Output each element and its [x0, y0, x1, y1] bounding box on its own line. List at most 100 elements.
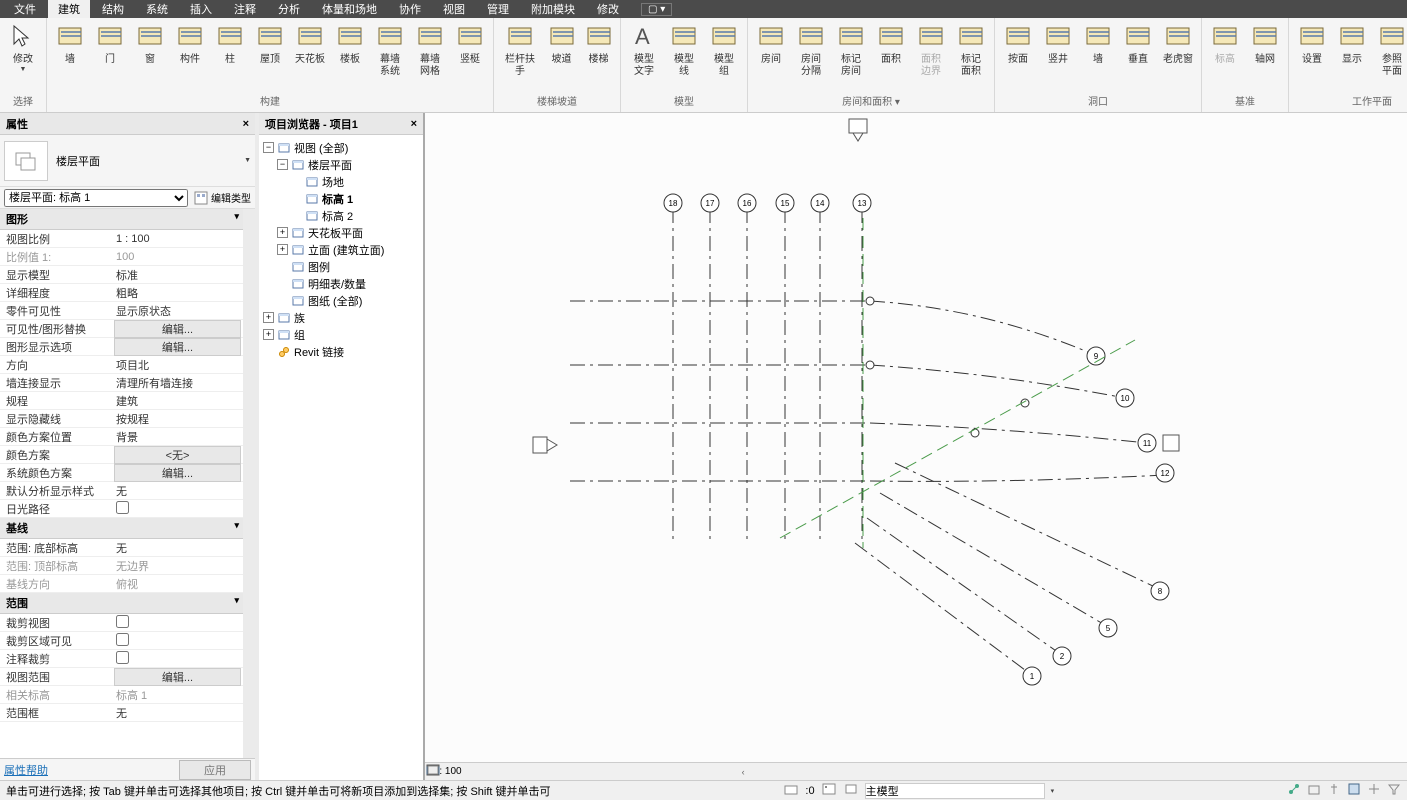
select-pinned-icon[interactable]: [1327, 782, 1341, 799]
ribbon-btn-stair[interactable]: 楼梯: [581, 20, 616, 96]
prop-row[interactable]: 裁剪视图: [0, 614, 243, 632]
ribbon-btn-area[interactable]: 面积: [872, 20, 910, 96]
design-options-icon[interactable]: [821, 782, 837, 799]
ribbon-btn-column[interactable]: 柱: [211, 20, 249, 96]
plan-view[interactable]: 18171615141391011128521: [425, 113, 1405, 758]
ribbon-btn-floor[interactable]: 楼板: [331, 20, 369, 96]
ribbon-btn-line[interactable]: 模型 线: [665, 20, 703, 96]
close-icon[interactable]: ×: [411, 118, 417, 130]
crop-region-icon[interactable]: [606, 765, 622, 779]
prop-row[interactable]: 相关标高标高 1: [0, 686, 243, 704]
prop-row[interactable]: 颜色方案位置背景: [0, 428, 243, 446]
lock-icon[interactable]: [628, 765, 644, 779]
expand-icon[interactable]: +: [277, 244, 288, 255]
expand-icon[interactable]: +: [263, 329, 274, 340]
prop-value-button[interactable]: <无>: [114, 446, 241, 464]
prop-value[interactable]: 100: [112, 251, 243, 263]
menu-view[interactable]: 视图: [433, 0, 475, 18]
prop-row[interactable]: 日光路径: [0, 500, 243, 518]
grid-line[interactable]: [867, 518, 1059, 653]
rendering-icon[interactable]: [562, 765, 578, 779]
prop-row[interactable]: 默认分析显示样式无: [0, 482, 243, 500]
prop-row[interactable]: 方向项目北: [0, 356, 243, 374]
prop-row[interactable]: 基线方向俯视: [0, 575, 243, 593]
grid-bubble[interactable]: 11: [1138, 434, 1156, 452]
prop-value[interactable]: 无: [112, 705, 243, 721]
ribbon-btn-ramp[interactable]: 坡道: [544, 20, 579, 96]
prop-value[interactable]: 显示原状态: [112, 303, 243, 319]
menu-massing[interactable]: 体量和场地: [312, 0, 387, 18]
tree-node[interactable]: −楼层平面: [263, 156, 419, 173]
elevation-marker[interactable]: [849, 119, 867, 141]
prop-value[interactable]: 无边界: [112, 558, 243, 574]
section-head[interactable]: [533, 437, 557, 453]
ribbon-btn-component[interactable]: 构件: [171, 20, 209, 96]
prop-value[interactable]: 按规程: [112, 411, 243, 427]
prop-value-checkbox[interactable]: [112, 651, 243, 667]
prop-category[interactable]: 基线: [0, 518, 243, 539]
tree-node[interactable]: 标高 2: [263, 207, 419, 224]
grid-line[interactable]: [870, 301, 1095, 355]
prop-value[interactable]: 俯视: [112, 576, 243, 592]
scroll-left-icon[interactable]: ‹: [742, 767, 745, 777]
grid-anchor[interactable]: [866, 361, 874, 369]
menu-structure[interactable]: 结构: [92, 0, 134, 18]
ribbon-btn-railing[interactable]: 栏杆扶手: [498, 20, 542, 96]
prop-row[interactable]: 颜色方案<无>: [0, 446, 243, 464]
filter-icon[interactable]: [1387, 782, 1401, 799]
prop-value[interactable]: 标高 1: [112, 687, 243, 703]
shadows-icon[interactable]: [540, 765, 556, 779]
prop-value[interactable]: 项目北: [112, 357, 243, 373]
grid-bubble[interactable]: 12: [1156, 464, 1174, 482]
tree-node[interactable]: +族: [263, 309, 419, 326]
prop-row[interactable]: 视图比例1 : 100: [0, 230, 243, 248]
type-selector[interactable]: 楼层平面 ▼: [0, 135, 255, 187]
grid-line[interactable]: [880, 493, 1105, 625]
grid-line[interactable]: [870, 475, 1165, 481]
crop-icon[interactable]: [584, 765, 600, 779]
ribbon-btn-room-sep[interactable]: 房间 分隔: [792, 20, 830, 96]
prop-row[interactable]: 显示模型标准: [0, 266, 243, 284]
prop-row[interactable]: 范围: 底部标高无: [0, 539, 243, 557]
ribbon-btn-window[interactable]: 窗: [131, 20, 169, 96]
prop-row[interactable]: 墙连接显示清理所有墙连接: [0, 374, 243, 392]
ref-plane[interactable]: [780, 340, 1135, 538]
prop-value[interactable]: 清理所有墙连接: [112, 375, 243, 391]
grid-line[interactable]: [870, 423, 1147, 443]
reveal-constraints-icon[interactable]: [716, 765, 732, 779]
tree-node[interactable]: −视图 (全部): [263, 139, 419, 156]
prop-value[interactable]: 无: [112, 540, 243, 556]
chevron-down-icon[interactable]: ▼: [244, 157, 251, 164]
tree-node[interactable]: +立面 (建筑立面): [263, 241, 419, 258]
prop-row[interactable]: 裁剪区域可见: [0, 632, 243, 650]
tree-node[interactable]: 图例: [263, 258, 419, 275]
instance-selector[interactable]: 楼层平面: 标高 1: [4, 189, 188, 207]
prop-category[interactable]: 图形: [0, 209, 243, 230]
close-icon[interactable]: ×: [243, 118, 249, 130]
prop-row[interactable]: 注释裁剪: [0, 650, 243, 668]
prop-value-checkbox[interactable]: [112, 633, 243, 649]
prop-value[interactable]: 标准: [112, 267, 243, 283]
reveal-hidden-icon[interactable]: [672, 765, 688, 779]
menu-addins[interactable]: 附加模块: [521, 0, 585, 18]
browser-tree[interactable]: −视图 (全部)−楼层平面场地标高 1标高 2+天花板平面+立面 (建筑立面)图…: [259, 135, 423, 780]
prop-row[interactable]: 比例值 1:100: [0, 248, 243, 266]
menu-architecture[interactable]: 建筑: [48, 0, 90, 18]
tree-node[interactable]: 明细表/数量: [263, 275, 419, 292]
ribbon-btn-roof[interactable]: 屋顶: [251, 20, 289, 96]
ribbon-btn-shaft[interactable]: 竖井: [1039, 20, 1077, 96]
worksets-icon[interactable]: [783, 782, 799, 799]
prop-value-checkbox[interactable]: [112, 501, 243, 517]
menu-file[interactable]: 文件: [4, 0, 46, 18]
panel-toggle-icon[interactable]: ▢ ▾: [641, 3, 672, 16]
ribbon-btn-ceiling[interactable]: 天花板: [291, 20, 329, 96]
grid-line[interactable]: [870, 365, 1125, 398]
ribbon-btn-hole-face[interactable]: 按面: [999, 20, 1037, 96]
prop-value[interactable]: 建筑: [112, 393, 243, 409]
prop-row[interactable]: 系统颜色方案编辑: [0, 464, 243, 482]
grid-bubble[interactable]: 10: [1116, 389, 1134, 407]
menu-annotate[interactable]: 注释: [224, 0, 266, 18]
prop-value[interactable]: 粗略: [112, 285, 243, 301]
ribbon-btn-dormer[interactable]: 老虎窗: [1159, 20, 1197, 96]
main-model-selector[interactable]: [865, 783, 1045, 799]
